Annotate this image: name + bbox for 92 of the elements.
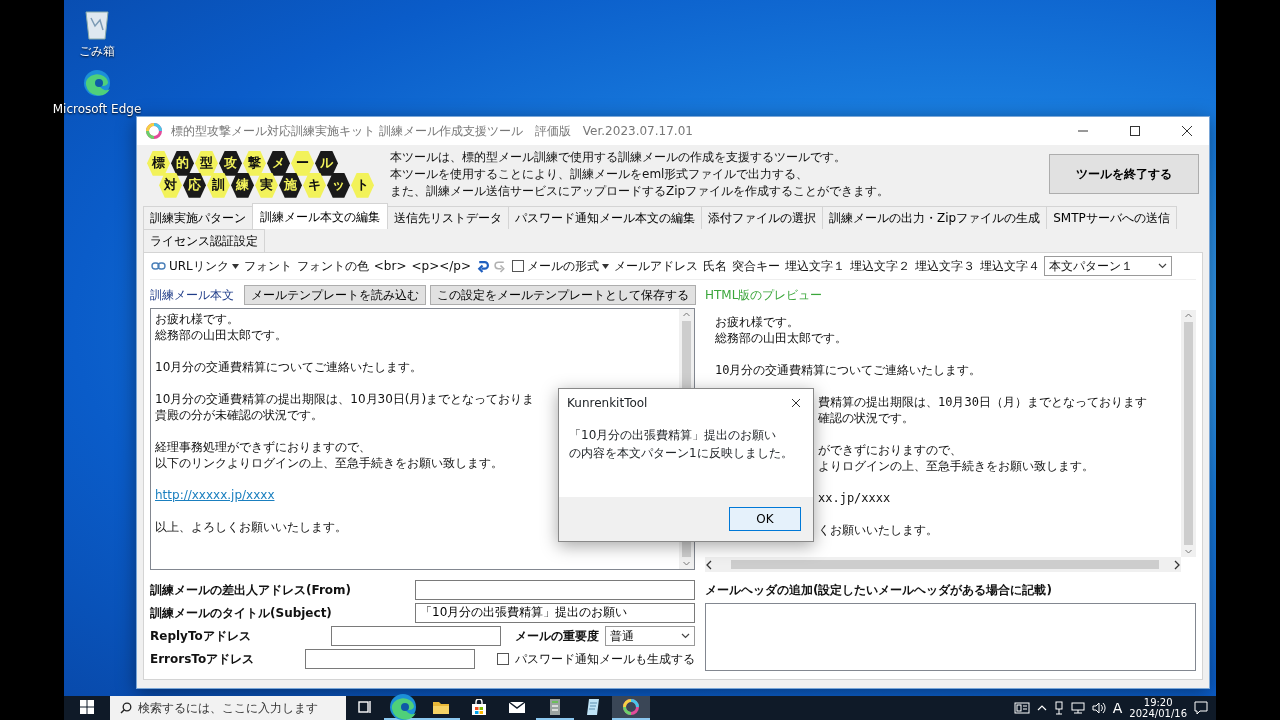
close-icon[interactable] xyxy=(1181,125,1193,137)
text-line: 費精算の提出期限は、10月30日（月）までとなっております xyxy=(818,394,1147,411)
ok-button[interactable]: OK xyxy=(729,507,801,532)
speaker-icon[interactable] xyxy=(1091,702,1106,714)
text-line: 以下のリンクよりログインの上、至急手続きをお願い致します。 xyxy=(155,456,503,471)
toolbar-button[interactable]: フォントの色 xyxy=(295,255,370,278)
text-line: 10月分の交通費精算についてご連絡いたします。 xyxy=(715,363,982,378)
input-field[interactable] xyxy=(415,579,695,600)
logo: 標的型攻撃メール 対応訓練実施キット xyxy=(147,150,374,198)
usb-icon[interactable] xyxy=(1053,701,1064,715)
load-template-button[interactable]: メールテンプレートを読み込む xyxy=(244,285,426,306)
pattern-select[interactable]: 本文パターン１ xyxy=(1044,256,1172,277)
search-field[interactable]: 検索するには、ここに入力します xyxy=(110,696,346,720)
toolbar-button[interactable]: 氏名 xyxy=(702,255,728,278)
header-textarea[interactable] xyxy=(705,603,1196,672)
description-text: また、訓練メール送信サービスにアップロードするZipファイルを作成することができます。 xyxy=(390,182,890,200)
server-icon[interactable] xyxy=(536,696,574,720)
text-line: お疲れ様です。 xyxy=(155,312,239,327)
tab[interactable]: 訓練実施パターン xyxy=(143,206,253,230)
text-line: 確認の状況です。 xyxy=(818,410,914,427)
text-line: 経理事務処理ができずにおりますので、 xyxy=(155,440,371,455)
dropdown-button[interactable]: URLリンク xyxy=(150,255,240,278)
section-label: 訓練メール本文 xyxy=(150,287,234,305)
checkbox[interactable] xyxy=(497,652,509,665)
clock-date[interactable]: 2024/01/16 xyxy=(1129,708,1187,719)
ring-icon[interactable] xyxy=(612,696,650,720)
input-field[interactable] xyxy=(331,625,501,646)
toolbar-button[interactable]: <p></p> xyxy=(410,255,472,278)
link-icon xyxy=(151,261,166,272)
keyboard-icon[interactable] xyxy=(1013,702,1030,714)
icon-label: ごみ箱 xyxy=(79,43,115,60)
caret-icon xyxy=(1158,263,1167,270)
close-icon[interactable] xyxy=(791,398,801,409)
field-label: ReplyToアドレス xyxy=(150,627,251,645)
text-line: 10月分の交通費精算についてご連絡いたします。 xyxy=(155,360,423,375)
text-line: お疲れ様です。 xyxy=(715,315,799,330)
scroll-right-icon[interactable] xyxy=(1173,559,1181,570)
window-title: 標的型攻撃メール対応訓練実施キット 訓練メール作成支援ツール 評価版 Ver.2023.07.17.01 xyxy=(171,123,694,140)
scroll-left-icon[interactable] xyxy=(705,559,713,570)
start-icon[interactable] xyxy=(80,700,94,714)
caret-icon xyxy=(231,263,239,269)
tab[interactable]: 訓練メール本文の編集 xyxy=(252,203,388,230)
text-line: 総務部の山田太郎です。 xyxy=(715,331,847,346)
field-label: メールの重要度 xyxy=(515,627,599,645)
undo-icon xyxy=(476,259,489,273)
toolbar-button[interactable]: メールアドレス xyxy=(613,255,699,278)
dialog-title: KunrenkitTool xyxy=(567,395,648,413)
text-line: 総務部の山田太郎です。 xyxy=(155,328,287,343)
notification-icon[interactable] xyxy=(1194,701,1208,715)
ime-indicator[interactable]: A xyxy=(1112,697,1123,719)
text-line: 以上、よろしくお願いいたします。 xyxy=(155,520,347,535)
toolbar-button[interactable]: 埋込文字１ xyxy=(784,255,846,278)
horizontal-scrollbar[interactable] xyxy=(705,557,1181,573)
clock-time[interactable]: 19:20 xyxy=(1143,697,1173,708)
field-label: 訓練メールの差出人アドレス(From) xyxy=(150,581,352,599)
caret-icon xyxy=(602,263,609,269)
input-field[interactable] xyxy=(305,648,475,669)
tab[interactable]: ライセンス認証設定 xyxy=(143,229,265,253)
toolbar-button[interactable]: <br> xyxy=(372,255,408,278)
field-label: 訓練メールのタイトル(Subject) xyxy=(150,604,332,622)
toolbar-button[interactable]: 埋込文字４ xyxy=(979,255,1041,278)
chevron-icon[interactable] xyxy=(1036,704,1047,712)
toolbar-button[interactable]: 埋込文字３ xyxy=(914,255,976,278)
text-line: よりログインの上、至急手続きをお願い致します。 xyxy=(818,458,1094,475)
section-label: HTML版のプレビュー xyxy=(705,287,823,305)
text-line: 10月分の交通費精算の提出期限は、10月30日(月)までとなっておりま xyxy=(155,392,535,407)
text-line: 貴殿の分が未確認の状況です。 xyxy=(155,408,323,423)
toolbar-button[interactable]: 突合キー xyxy=(731,255,781,278)
ring-icon xyxy=(145,122,163,140)
save-template-button[interactable]: この設定をメールテンプレートとして保存する xyxy=(430,285,696,306)
toolbar-button[interactable]: フォント xyxy=(242,255,293,278)
text-line: xx.jp/xxxx xyxy=(818,490,891,507)
description-text: 本ツールは、標的型メール訓練で使用する訓練メールの作成を支援するツールです。 xyxy=(390,149,847,166)
link[interactable]: http://xxxxx.jp/xxxx xyxy=(155,488,275,503)
checkbox-label[interactable]: パスワード通知メールも生成する xyxy=(515,649,695,668)
maximize-icon[interactable] xyxy=(1129,125,1141,137)
toolbar-button[interactable]: 埋込文字２ xyxy=(849,255,911,278)
description-text: 本ツールを使用することにより、訓練メールをeml形式ファイルで出力する、 xyxy=(390,165,810,183)
redo-icon xyxy=(494,259,507,273)
browser-icon[interactable] xyxy=(384,696,422,720)
tab[interactable]: SMTPサーバへの送信 xyxy=(1046,206,1177,230)
search-icon xyxy=(120,702,132,714)
field-label: ErrorsToアドレス xyxy=(150,650,255,668)
importance-select[interactable]: 普通 xyxy=(605,625,695,646)
caret-icon xyxy=(681,632,690,639)
input-field[interactable]: 「10月分の出張費精算」提出のお願い xyxy=(415,602,695,623)
text-line: ができずにおりますので、 xyxy=(818,442,962,459)
checkbox-dropdown[interactable]: メールの形式 xyxy=(511,255,610,278)
exit-button[interactable]: ツールを終了する xyxy=(1049,154,1199,195)
network-icon[interactable] xyxy=(1070,702,1085,714)
field-label: メールヘッダの追加(設定したいメールヘッダがある場合に記載) xyxy=(705,581,1052,599)
text-line: くお願いいたします。 xyxy=(818,522,938,539)
